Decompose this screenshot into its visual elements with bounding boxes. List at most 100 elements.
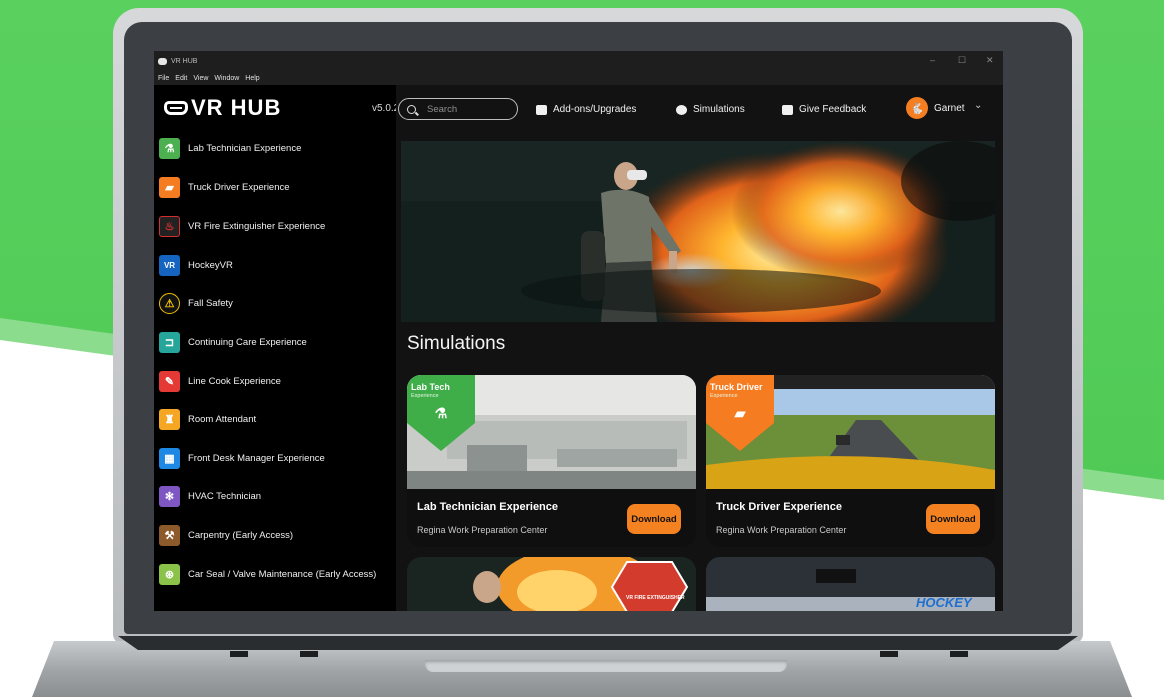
sidebar-item-label: VR Fire Extinguisher Experience bbox=[188, 220, 326, 232]
window-titlebar: VR HUB – ☐ ✕ bbox=[154, 51, 1003, 71]
keyboard-key bbox=[300, 651, 318, 657]
hero-image bbox=[401, 141, 995, 322]
badge-text: HOCKEY bbox=[916, 595, 972, 610]
keyboard-key bbox=[950, 651, 968, 657]
vr-headset-logo-icon bbox=[164, 101, 188, 115]
search-placeholder: Search bbox=[427, 103, 458, 115]
flask-icon: ⚗ bbox=[159, 137, 180, 159]
fire-extinguisher-icon: ♨ bbox=[159, 215, 180, 237]
give-feedback-link[interactable]: Give Feedback bbox=[782, 104, 866, 115]
fall-safety-icon: ⚠ bbox=[159, 292, 180, 314]
logo-text: VR HUB bbox=[191, 95, 282, 120]
hvac-fan-icon: ✻ bbox=[159, 485, 180, 507]
sidebar-item-hockeyvr[interactable]: VR HockeyVR bbox=[159, 252, 395, 278]
app-window: VR HUB – ☐ ✕ File Edit View Window Help … bbox=[154, 51, 1003, 611]
badge-subtitle: Experience bbox=[411, 393, 439, 399]
laptop-trackpad-notch bbox=[425, 660, 787, 672]
sidebar-item-label: Room Attendant bbox=[188, 413, 257, 425]
addons-label: Add-ons/Upgrades bbox=[553, 104, 637, 115]
menu-bar: File Edit View Window Help bbox=[154, 71, 1003, 85]
window-title: VR HUB bbox=[171, 57, 198, 65]
simulation-card-lab-technician[interactable]: Lab Tech Experience ⚗ Lab Technician Exp… bbox=[407, 375, 696, 547]
feedback-icon bbox=[782, 104, 793, 115]
menu-file[interactable]: File bbox=[158, 75, 169, 82]
badge-title: Lab Tech bbox=[411, 382, 450, 392]
chevron-down-icon[interactable]: ⌄ bbox=[974, 100, 982, 111]
hockey-icon: VR bbox=[159, 254, 180, 276]
carpentry-icon: ⚒ bbox=[159, 524, 180, 546]
sidebar-item-lab-technician[interactable]: ⚗ Lab Technician Experience bbox=[159, 135, 395, 161]
sidebar-item-hvac-technician[interactable]: ✻ HVAC Technician bbox=[159, 483, 395, 509]
housekeeping-icon: ♜ bbox=[159, 408, 180, 430]
simulations-label: Simulations bbox=[693, 104, 745, 115]
maximize-button[interactable]: ☐ bbox=[958, 55, 966, 66]
sidebar-item-fire-extinguisher[interactable]: ♨ VR Fire Extinguisher Experience bbox=[159, 213, 395, 239]
sidebar-item-front-desk-manager[interactable]: ▦ Front Desk Manager Experience bbox=[159, 445, 395, 471]
sidebar-item-label: Fall Safety bbox=[188, 297, 233, 309]
card-title: Lab Technician Experience bbox=[417, 501, 559, 513]
badge-title: Truck Driver bbox=[710, 382, 763, 392]
keyboard-key bbox=[880, 651, 898, 657]
download-button[interactable]: Download bbox=[926, 504, 980, 534]
truck-icon: ▰ bbox=[159, 176, 180, 198]
valve-icon: ⊛ bbox=[159, 563, 180, 585]
hero-banner[interactable] bbox=[401, 141, 995, 322]
sidebar-item-label: Continuing Care Experience bbox=[188, 336, 307, 348]
user-name[interactable]: Garnet bbox=[934, 103, 965, 114]
sidebar-item-label: Truck Driver Experience bbox=[188, 181, 290, 193]
search-input[interactable]: Search bbox=[398, 98, 518, 120]
sidebar-item-label: HVAC Technician bbox=[188, 490, 262, 502]
close-button[interactable]: ✕ bbox=[986, 55, 994, 66]
addons-icon bbox=[536, 104, 547, 115]
front-desk-icon: ▦ bbox=[159, 447, 180, 469]
sidebar-item-label: Car Seal / Valve Maintenance (Early Acce… bbox=[188, 568, 377, 580]
sidebar-item-label: Line Cook Experience bbox=[188, 375, 281, 387]
avatar[interactable]: 🐇 bbox=[906, 97, 928, 119]
chef-knife-icon: ✎ bbox=[159, 370, 180, 392]
card-subtitle: Regina Work Preparation Center bbox=[417, 525, 548, 535]
truck-icon: ▰ bbox=[734, 405, 746, 421]
addons-upgrades-link[interactable]: Add-ons/Upgrades bbox=[536, 104, 636, 115]
hospital-bed-icon: ⊐ bbox=[159, 331, 180, 353]
menu-edit[interactable]: Edit bbox=[175, 75, 187, 82]
laptop-hinge bbox=[118, 636, 1078, 650]
sidebar-item-truck-driver[interactable]: ▰ Truck Driver Experience bbox=[159, 174, 395, 200]
download-button[interactable]: Download bbox=[627, 504, 681, 534]
sidebar-item-room-attendant[interactable]: ♜ Room Attendant bbox=[159, 406, 395, 432]
minimize-button[interactable]: – bbox=[930, 55, 935, 65]
simulations-icon bbox=[676, 104, 687, 115]
menu-help[interactable]: Help bbox=[245, 75, 259, 82]
card-image: Truck Driver Experience ▰ bbox=[706, 375, 995, 489]
card-image: Lab Tech Experience ⚗ bbox=[407, 375, 696, 489]
sidebar-item-fall-safety[interactable]: ⚠ Fall Safety bbox=[159, 290, 395, 316]
sidebar: VR HUB v5.0.2 ⚗ Lab Technician Experienc… bbox=[154, 85, 399, 611]
sidebar-item-continuing-care[interactable]: ⊐ Continuing Care Experience bbox=[159, 329, 395, 355]
simulation-card-truck-driver[interactable]: Truck Driver Experience ▰ Truck Driver E… bbox=[706, 375, 995, 547]
simulation-card-fire-extinguisher[interactable]: VR FIRE EXTINGUISHER bbox=[407, 557, 696, 611]
main-content: Simulations Lab Tech Experience ⚗ Lab Te… bbox=[396, 135, 1003, 611]
card-title: Truck Driver Experience bbox=[716, 501, 842, 513]
logo: VR HUB bbox=[164, 95, 281, 121]
simulations-link[interactable]: Simulations bbox=[676, 104, 745, 115]
sidebar-item-car-seal-valve[interactable]: ⊛ Car Seal / Valve Maintenance (Early Ac… bbox=[159, 561, 395, 587]
sidebar-item-label: Lab Technician Experience bbox=[188, 142, 302, 154]
badge-text: VR FIRE EXTINGUISHER bbox=[626, 595, 685, 601]
card-subtitle: Regina Work Preparation Center bbox=[716, 525, 847, 535]
sidebar-item-line-cook[interactable]: ✎ Line Cook Experience bbox=[159, 368, 395, 394]
search-icon bbox=[407, 104, 416, 114]
fire-scene-image bbox=[407, 557, 696, 611]
menu-view[interactable]: View bbox=[193, 75, 208, 82]
vr-headset-icon bbox=[158, 57, 167, 65]
top-bar: Search Add-ons/Upgrades Simulations Give… bbox=[396, 85, 1003, 135]
sidebar-item-label: Front Desk Manager Experience bbox=[188, 452, 325, 464]
section-title: Simulations bbox=[407, 333, 506, 354]
menu-window[interactable]: Window bbox=[214, 75, 239, 82]
sidebar-item-carpentry[interactable]: ⚒ Carpentry (Early Access) bbox=[159, 522, 395, 548]
simulation-card-hockey[interactable]: HOCKEY bbox=[706, 557, 995, 611]
sidebar-item-label: HockeyVR bbox=[188, 259, 233, 271]
flask-icon: ⚗ bbox=[434, 405, 448, 421]
feedback-label: Give Feedback bbox=[799, 104, 867, 115]
sidebar-item-label: Carpentry (Early Access) bbox=[188, 529, 294, 541]
keyboard-key bbox=[230, 651, 248, 657]
badge-subtitle: Experience bbox=[710, 393, 738, 399]
